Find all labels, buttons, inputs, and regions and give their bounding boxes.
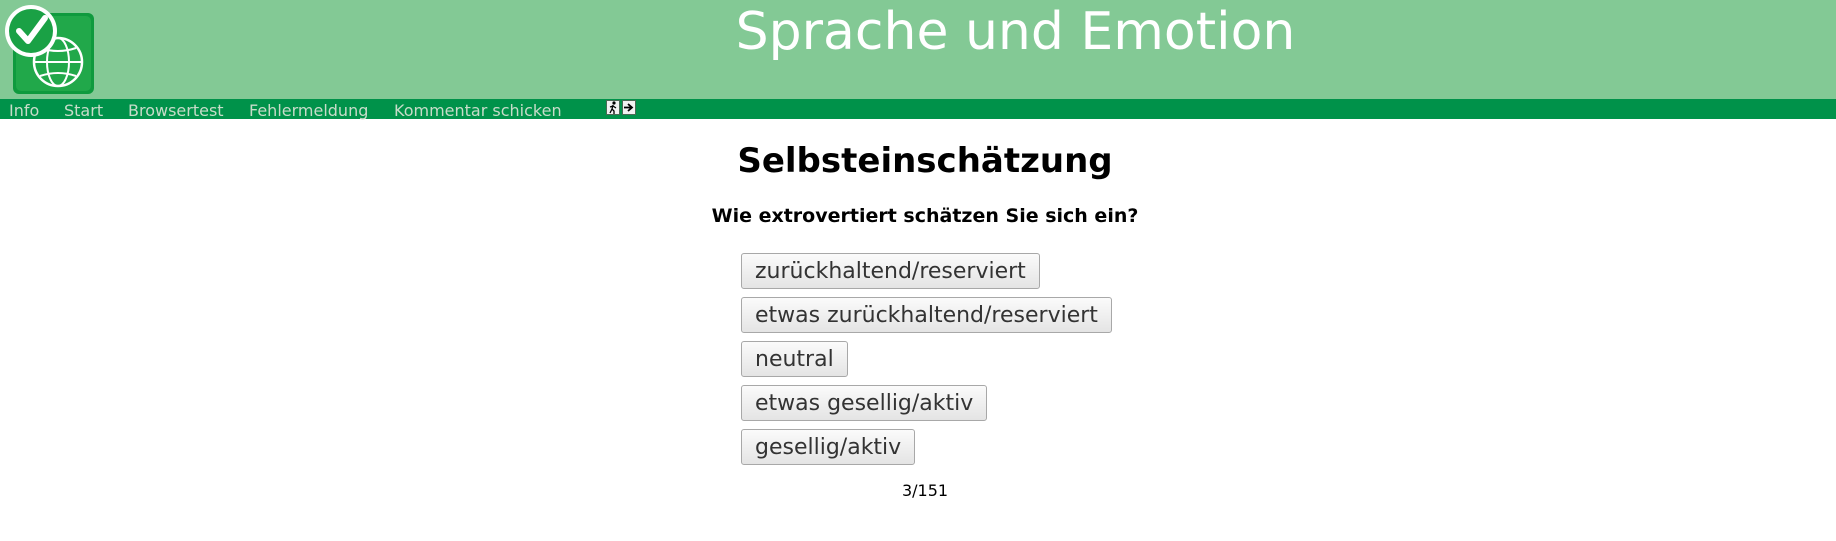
- option-button-neutral[interactable]: neutral: [741, 341, 848, 377]
- arrow-right-icon[interactable]: [622, 100, 636, 115]
- nav-info[interactable]: Info: [9, 101, 39, 121]
- option-button-somewhat-reserved[interactable]: etwas zurückhaltend/reserviert: [741, 297, 1112, 333]
- option-button-reserved[interactable]: zurückhaltend/reserviert: [741, 253, 1040, 289]
- exit-icon[interactable]: [606, 100, 620, 115]
- answer-options: zurückhaltend/reserviert etwas zurückhal…: [741, 253, 1112, 473]
- question-text: Wie extrovertiert schätzen Sie sich ein?: [711, 205, 1139, 227]
- nav-icon-group: [606, 100, 636, 116]
- nav-start[interactable]: Start: [64, 101, 103, 121]
- app-title: Sprache und Emotion: [735, 2, 1296, 62]
- nav-kommentar-schicken[interactable]: Kommentar schicken: [394, 101, 562, 121]
- option-button-sociable[interactable]: gesellig/aktiv: [741, 429, 916, 465]
- logo: [4, 4, 96, 96]
- page-title: Selbsteinschätzung: [737, 141, 1113, 181]
- nav-fehlermeldung[interactable]: Fehlermeldung: [249, 101, 368, 121]
- header: Sprache und Emotion: [0, 0, 1836, 99]
- option-button-somewhat-sociable[interactable]: etwas gesellig/aktiv: [741, 385, 988, 421]
- nav-browsertest[interactable]: Browsertest: [128, 101, 224, 121]
- progress-counter: 3/151: [901, 481, 949, 500]
- navbar: Info Start Browsertest Fehlermeldung Kom…: [0, 99, 1836, 121]
